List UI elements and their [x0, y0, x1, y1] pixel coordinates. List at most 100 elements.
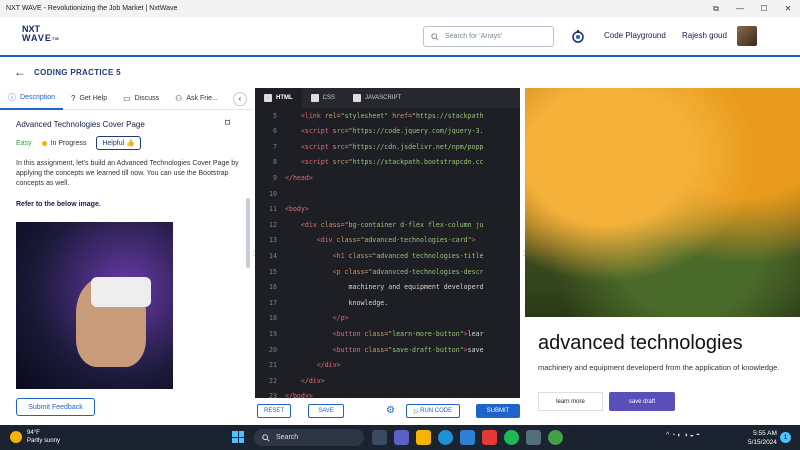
code-line[interactable]: 13 <div class="advanced-technologies-car…	[255, 233, 520, 248]
clock-time: 5:55 AM	[753, 430, 777, 437]
app-gray-icon[interactable]	[526, 430, 541, 445]
back-arrow-icon[interactable]: ←	[14, 65, 26, 79]
code-line[interactable]: 12 <div class="bg-container d-flex flex-…	[255, 217, 520, 232]
code-text: <script src="https://code.jquery.com/jqu…	[300, 127, 484, 136]
gear-icon[interactable]: ⚙	[386, 405, 395, 416]
line-number: 10	[269, 189, 277, 198]
avatar[interactable]	[737, 26, 757, 46]
store-icon[interactable]	[460, 430, 475, 445]
status-dot-icon	[41, 140, 47, 146]
code-line[interactable]: 14 <h1 class="advanced technologies-titl…	[255, 248, 520, 263]
line-number: 13	[269, 236, 277, 245]
code-text: <div class="bg-container d-flex flex-col…	[300, 220, 484, 229]
windows-start-icon[interactable]	[232, 431, 244, 443]
line-number: 17	[269, 298, 277, 307]
tray-arrow-icon[interactable]: ^	[666, 432, 669, 439]
tab-get-help[interactable]: ? Get Help	[63, 88, 115, 110]
code-line[interactable]: 20 <button class="save-draft-button">sav…	[255, 342, 520, 357]
js-icon	[353, 94, 362, 102]
preview-description: machinery and equipment developerd from …	[538, 363, 780, 372]
line-number: 16	[269, 283, 277, 292]
minimize-icon[interactable]: —	[728, 0, 752, 17]
save-button[interactable]: SAVE	[308, 404, 344, 418]
run-code-button[interactable]: ▷ RUN CODE	[406, 404, 460, 418]
line-number: 22	[269, 376, 277, 385]
line-number: 12	[269, 220, 277, 229]
reference-image	[16, 222, 173, 389]
submit-feedback-button[interactable]: Submit Feedback	[16, 398, 95, 416]
code-line[interactable]: 16 machinery and equipment developerd	[255, 280, 520, 295]
left-resize-handle[interactable]: ⋮	[251, 250, 257, 270]
code-editor[interactable]: HTML CSS JAVASCRIPT 5 <link rel="stylesh…	[255, 88, 520, 416]
spotify-icon[interactable]	[504, 430, 519, 445]
helpful-button[interactable]: Helpful 👍	[96, 136, 141, 150]
tab-ask-friend-label: Ask Frie...	[186, 95, 218, 102]
close-icon[interactable]: ✕	[776, 0, 800, 17]
code-line[interactable]: 21 </div>	[255, 358, 520, 373]
code-text: <p class="advanvced-technologies-descr	[332, 267, 484, 276]
app-header: NXT WAVETM Search for 'Arrays' Code Play…	[0, 17, 800, 57]
tab-description[interactable]: ⓘ Description	[0, 88, 64, 110]
code-text: knowledge.	[348, 298, 389, 307]
code-line[interactable]: 10	[255, 186, 520, 201]
sun-icon	[10, 431, 22, 443]
people-icon: ⚇	[175, 94, 183, 103]
bookmark-icon[interactable]: ⌑	[225, 118, 230, 129]
edge-icon[interactable]	[438, 430, 453, 445]
system-tray[interactable]: ^ ◔ ◐ ◑ ◒ ◓	[666, 432, 700, 439]
taskbar-search-label: Search	[276, 434, 299, 441]
css-icon	[310, 94, 319, 102]
description-scrollbar[interactable]	[246, 198, 250, 268]
code-text: </div>	[300, 376, 325, 385]
code-line[interactable]: 17 knowledge.	[255, 295, 520, 310]
file-explorer-icon[interactable]	[416, 430, 431, 445]
maximize-icon[interactable]: ☐	[752, 0, 776, 17]
code-line[interactable]: 7 <script src="https://cdn.jsdelivr.net/…	[255, 139, 520, 154]
submit-button[interactable]: SUBMIT	[476, 404, 520, 418]
code-line[interactable]: 18 </p>	[255, 311, 520, 326]
right-resize-handle[interactable]: ⋮	[521, 250, 527, 270]
code-playground-link[interactable]: Code Playground	[604, 31, 666, 40]
help-icon: ?	[71, 94, 76, 103]
page-title: CODING PRACTICE 5	[34, 67, 121, 77]
code-line[interactable]: 22 </div>	[255, 373, 520, 388]
code-line[interactable]: 6 <script src="https://code.jquery.com/j…	[255, 124, 520, 139]
save-draft-button[interactable]: save draft	[609, 392, 675, 411]
user-name[interactable]: Rajesh goud	[682, 31, 727, 40]
learn-more-button[interactable]: learn more	[538, 392, 603, 411]
share-icon[interactable]: ⧉	[704, 0, 728, 17]
autumn-trees-image	[525, 88, 800, 317]
app-red-icon[interactable]	[482, 430, 497, 445]
rocket-icon[interactable]	[571, 29, 585, 43]
tab-css-label: CSS	[322, 95, 336, 101]
task-view-icon[interactable]	[372, 430, 387, 445]
weather-widget[interactable]: 94°F Partly sunny	[10, 429, 60, 445]
teams-icon[interactable]	[394, 430, 409, 445]
tab-discuss[interactable]: ▭ Discuss	[115, 88, 167, 110]
code-line[interactable]: 9 </head>	[255, 170, 520, 185]
window-title-bar: NXT WAVE - Revolutionizing the Job Marke…	[0, 0, 800, 17]
line-number: 11	[269, 205, 277, 214]
code-line[interactable]: 11 <body>	[255, 202, 520, 217]
tab-javascript[interactable]: JAVASCRIPT	[344, 88, 410, 108]
nxtwave-logo[interactable]: NXT WAVETM	[22, 25, 60, 43]
notification-badge[interactable]: 1	[780, 432, 791, 443]
tab-css[interactable]: CSS	[302, 88, 344, 108]
app-green-icon[interactable]	[548, 430, 563, 445]
search-input[interactable]: Search for 'Arrays'	[423, 26, 554, 47]
reset-button[interactable]: RESET	[257, 404, 291, 418]
line-number: 14	[269, 251, 277, 260]
code-line[interactable]: 19 <button class="learn-more-button">lea…	[255, 326, 520, 341]
code-line[interactable]: 5 <link rel="stylesheet" href="https://s…	[255, 108, 520, 123]
code-line[interactable]: 8 <script src="https://stackpath.bootstr…	[255, 155, 520, 170]
thumbs-up-icon: 👍	[126, 140, 135, 147]
taskbar-search[interactable]: Search	[254, 429, 364, 446]
problem-description: In this assignment, let's build an Advan…	[16, 160, 239, 187]
tab-ask-friend[interactable]: ⚇ Ask Frie...	[167, 88, 226, 110]
clock[interactable]: 5:55 AM 5/15/2024	[748, 429, 777, 447]
line-number: 19	[269, 329, 277, 338]
code-line[interactable]: 15 <p class="advanvced-technologies-desc…	[255, 264, 520, 279]
tab-html[interactable]: HTML	[255, 88, 302, 108]
chevron-left-icon[interactable]: ‹	[233, 91, 247, 106]
code-text: <button class="save-draft-button">save	[332, 345, 484, 354]
